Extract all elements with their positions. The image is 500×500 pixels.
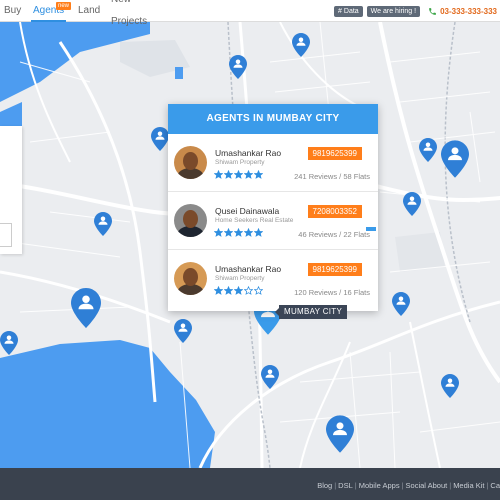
panel-scroll-indicator[interactable]	[366, 227, 376, 231]
star-outline-icon	[254, 286, 263, 295]
avatar	[174, 146, 207, 179]
map-pin[interactable]	[419, 138, 437, 162]
phone-icon	[429, 7, 436, 15]
agent-reviews: 241 Reviews / 58 Flats	[294, 172, 370, 181]
avatar	[174, 204, 207, 237]
agent-reviews: 46 Reviews / 22 Flats	[298, 230, 370, 239]
map-pin[interactable]	[229, 55, 247, 79]
star-outline-icon	[244, 286, 253, 295]
new-badge: new	[56, 2, 72, 10]
map-pin[interactable]	[0, 331, 18, 355]
star-filled-icon	[234, 286, 243, 295]
agent-name[interactable]: Umashankar Rao	[215, 264, 281, 274]
agent-company: Shiwam Property	[215, 159, 265, 166]
star-filled-icon	[224, 286, 233, 295]
star-rating	[214, 286, 264, 296]
map-pin-large[interactable]	[71, 288, 101, 328]
data-tag[interactable]: # Data	[334, 5, 363, 17]
avatar	[174, 262, 207, 295]
agent-name[interactable]: Qusei Dainawala	[215, 206, 279, 216]
divider: |	[334, 481, 337, 490]
star-filled-icon	[254, 170, 263, 179]
map-pin[interactable]	[403, 192, 421, 216]
star-filled-icon	[234, 170, 243, 179]
agent-row[interactable]: Umashankar Rao Shiwam Property 241 Revie…	[168, 134, 378, 192]
map-pin-large[interactable]	[326, 415, 354, 453]
hiring-tag[interactable]: We are hiring !	[366, 5, 421, 17]
top-navigation-bar: Buy Agents new Land New Projects # Data …	[0, 0, 500, 27]
agent-row[interactable]: Umashankar Rao Shiwam Property 120 Revie…	[168, 250, 378, 308]
star-rating	[214, 170, 264, 180]
agent-row[interactable]: Qusei Dainawala Home Seekers Real Estate…	[168, 192, 378, 250]
star-filled-icon	[214, 170, 223, 179]
map-pin[interactable]	[94, 212, 112, 236]
footer: Blog | DSL | Mobile Apps | Social About | Media …	[0, 468, 500, 500]
map-pin[interactable]	[261, 365, 279, 389]
divider: |	[486, 481, 489, 490]
footer-link-mobile-apps[interactable]: Mobile Apps	[359, 481, 400, 490]
star-filled-icon	[224, 170, 233, 179]
map-pin[interactable]	[392, 292, 410, 316]
map-pin[interactable]	[174, 319, 192, 343]
divider: |	[449, 481, 452, 490]
toolbar-right: # Data We are hiring ! 03-333-333-333	[330, 0, 500, 22]
agent-company: Home Seekers Real Estate	[215, 217, 294, 224]
footer-links: Blog | DSL | Mobile Apps | Social About | Media …	[317, 481, 500, 490]
star-filled-icon	[234, 228, 243, 237]
agent-reviews: 120 Reviews / 16 Flats	[294, 288, 370, 297]
footer-link-blog[interactable]: Blog	[317, 481, 332, 490]
city-label[interactable]: MUMBAY CITY	[274, 305, 348, 319]
agent-phone-button[interactable]: 9819625399	[307, 147, 362, 160]
star-rating	[214, 228, 264, 238]
agent-phone-button[interactable]: 7208003352	[307, 205, 362, 218]
map-pin-large[interactable]	[441, 140, 469, 178]
star-filled-icon	[214, 228, 223, 237]
footer-link-dsl[interactable]: DSL	[338, 481, 353, 490]
agent-phone-button[interactable]: 9819625399	[307, 263, 362, 276]
footer-link-ca[interactable]: Ca	[490, 481, 500, 490]
map-pin[interactable]	[292, 33, 310, 57]
search-panel-input[interactable]	[0, 223, 12, 247]
agents-panel: AGENTS IN MUMBAY CITY Umashankar Rao Shi…	[168, 104, 378, 311]
agents-panel-title: AGENTS IN MUMBAY CITY	[168, 104, 378, 134]
nav-buy[interactable]: Buy	[4, 0, 21, 22]
agent-name[interactable]: Umashankar Rao	[215, 148, 281, 158]
footer-link-social-about[interactable]: Social About	[406, 481, 448, 490]
star-filled-icon	[254, 228, 263, 237]
nav-land[interactable]: Land	[78, 0, 100, 22]
divider: |	[401, 481, 404, 490]
map-pin[interactable]	[441, 374, 459, 398]
star-filled-icon	[244, 228, 253, 237]
nav-new-projects[interactable]: New Projects	[111, 0, 147, 33]
map-pin[interactable]	[151, 127, 169, 151]
agent-company: Shiwam Property	[215, 275, 265, 282]
phone-number: 03-333-333-333	[440, 6, 497, 16]
star-filled-icon	[244, 170, 253, 179]
search-panel-collapsed	[0, 126, 22, 254]
contact-phone[interactable]: 03-333-333-333	[428, 7, 497, 16]
divider: |	[354, 481, 357, 490]
footer-link-media-kit[interactable]: Media Kit	[453, 481, 484, 490]
star-filled-icon	[214, 286, 223, 295]
star-filled-icon	[224, 228, 233, 237]
